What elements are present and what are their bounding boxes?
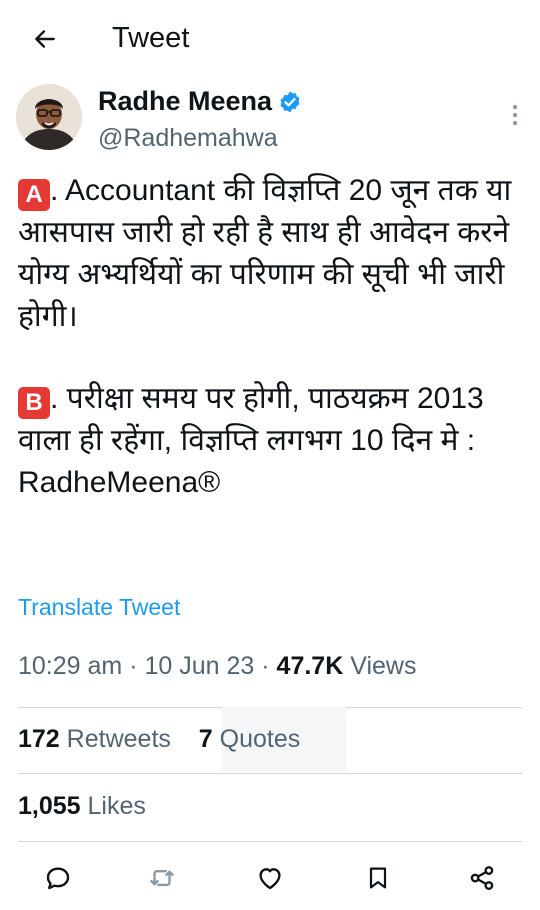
letter-a-badge: A bbox=[18, 179, 50, 211]
likes-count: 1,055 bbox=[18, 792, 81, 820]
registered-symbol: ® bbox=[198, 466, 221, 499]
arrow-left-icon bbox=[35, 30, 55, 48]
user-handle[interactable]: @Radhemahwa bbox=[98, 124, 278, 153]
display-name[interactable]: Radhe Meena bbox=[98, 86, 302, 121]
tweet-paragraph-a: A. Accountant की विज्ञप्ति 20 जून तक या … bbox=[18, 170, 523, 338]
divider bbox=[18, 773, 522, 774]
engagement-stats-row: 172 Retweets 7 Quotes bbox=[18, 725, 300, 754]
views-label: Views bbox=[350, 652, 417, 680]
tweet-text: A. Accountant की विज्ञप्ति 20 जून तक या … bbox=[18, 170, 523, 504]
like-button[interactable] bbox=[250, 860, 290, 896]
avatar[interactable] bbox=[16, 84, 82, 150]
reply-icon bbox=[46, 867, 70, 890]
tweet-action-bar bbox=[0, 850, 540, 910]
like-icon bbox=[259, 868, 281, 890]
meta-separator: · bbox=[261, 652, 270, 680]
retweet-icon bbox=[150, 869, 174, 887]
views-count[interactable]: 47.7K bbox=[277, 652, 344, 680]
letter-b-badge: B bbox=[18, 387, 50, 419]
meta-separator: · bbox=[129, 652, 138, 680]
retweet-button[interactable] bbox=[142, 860, 182, 896]
avatar-image bbox=[16, 84, 82, 150]
share-button[interactable] bbox=[462, 860, 502, 896]
quotes-stat[interactable]: 7 Quotes bbox=[199, 725, 300, 753]
more-vertical-icon bbox=[512, 104, 518, 126]
reply-button[interactable] bbox=[38, 860, 78, 896]
retweets-count: 172 bbox=[18, 725, 60, 753]
tweet-date[interactable]: 10 Jun 23 bbox=[144, 652, 254, 680]
retweets-label: Retweets bbox=[66, 725, 171, 753]
divider bbox=[18, 841, 522, 842]
back-button[interactable] bbox=[28, 22, 62, 56]
translate-tweet-link[interactable]: Translate Tweet bbox=[18, 594, 180, 621]
quotes-count: 7 bbox=[198, 725, 213, 753]
tweet-author: Radhe Meena @Radhemahwa bbox=[16, 84, 526, 154]
top-bar: Tweet bbox=[0, 0, 540, 80]
likes-label: Likes bbox=[87, 792, 146, 820]
likes-stat-row: 1,055 Likes bbox=[18, 792, 146, 821]
quotes-label: Quotes bbox=[219, 725, 301, 753]
tweet-paragraph-text: . परीक्षा समय पर होगी, पाठयक्रम 2013 वाल… bbox=[18, 382, 484, 499]
verified-badge-icon bbox=[278, 90, 302, 121]
retweets-stat[interactable]: 172 Retweets bbox=[18, 725, 171, 753]
share-icon bbox=[470, 866, 494, 890]
bookmark-button[interactable] bbox=[358, 860, 398, 896]
more-options-button[interactable] bbox=[504, 100, 526, 130]
tweet-paragraph-b: B. परीक्षा समय पर होगी, पाठयक्रम 2013 वा… bbox=[18, 378, 523, 504]
tweet-meta: 10:29 am · 10 Jun 23 · 47.7K Views bbox=[18, 652, 416, 681]
tweet-time[interactable]: 10:29 am bbox=[18, 652, 122, 680]
page-title: Tweet bbox=[112, 22, 190, 54]
tweet-paragraph-text: . Accountant की विज्ञप्ति 20 जून तक या आ… bbox=[18, 174, 512, 333]
bookmark-icon bbox=[369, 867, 387, 889]
display-name-text: Radhe Meena bbox=[98, 86, 273, 116]
likes-stat[interactable]: 1,055 Likes bbox=[18, 792, 146, 820]
